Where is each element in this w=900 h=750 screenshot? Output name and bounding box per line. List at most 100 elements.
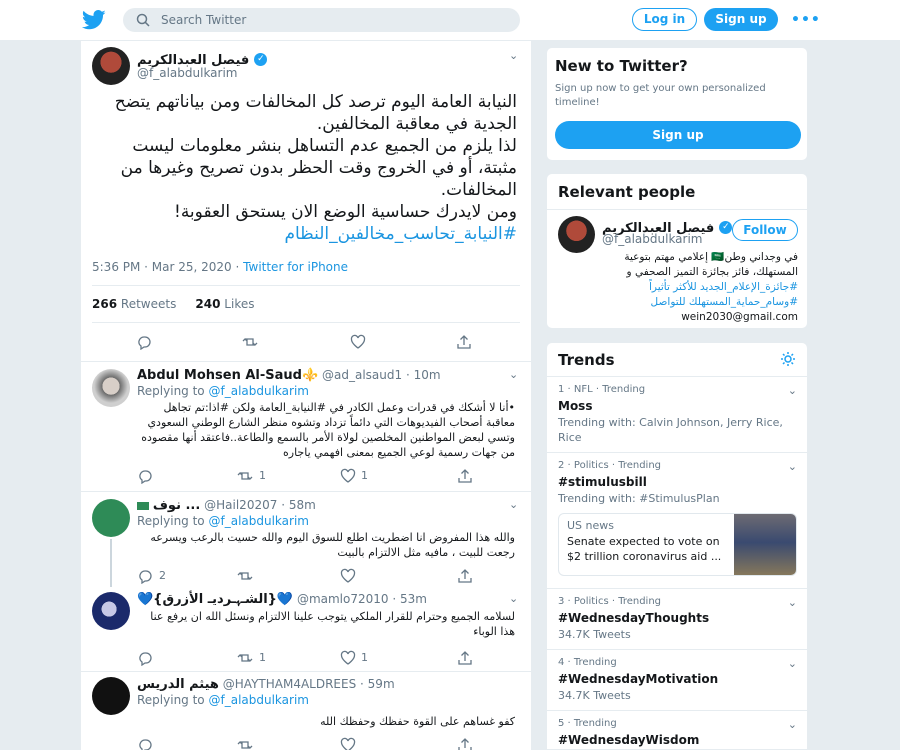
chevron-down-icon[interactable]: ⌄ bbox=[788, 384, 797, 397]
chevron-down-icon[interactable]: ⌄ bbox=[788, 460, 797, 473]
twitter-bird-icon[interactable] bbox=[82, 9, 106, 31]
author-name[interactable]: 💙{الشـﮩـرديـ الأزرق}💙 bbox=[137, 592, 293, 607]
share-icon[interactable] bbox=[456, 334, 472, 350]
author-name[interactable]: Abdul Mohsen Al-Saud⚜️ bbox=[137, 368, 318, 383]
retweet-icon[interactable] bbox=[242, 334, 258, 350]
trend-context: 4 · Trending bbox=[558, 657, 617, 668]
reply-tweet[interactable]: نوف ... @Hail20207 · 58m ⌄ Replying to @… bbox=[81, 492, 531, 587]
reply-time[interactable]: 59m bbox=[368, 677, 395, 691]
author-handle[interactable]: @mamlo72010 bbox=[297, 592, 389, 606]
chevron-down-icon[interactable]: ⌄ bbox=[788, 596, 797, 609]
chevron-down-icon[interactable]: ⌄ bbox=[509, 368, 518, 381]
main-tweet: فيصل العبدالكريم ✓ @f_alabdulkarim ⌄ الن… bbox=[81, 41, 531, 362]
tweet-line: النيابة العامة اليوم ترصد كل المخالفات و… bbox=[114, 92, 517, 112]
trend-title: Moss bbox=[558, 399, 593, 413]
reply-time[interactable]: 53m bbox=[400, 592, 427, 606]
chevron-down-icon[interactable]: ⌄ bbox=[509, 498, 518, 511]
chevron-down-icon[interactable]: ⌄ bbox=[788, 718, 797, 731]
reply-tweet[interactable]: Abdul Mohsen Al-Saud⚜️ @ad_alsaud1 · 10m… bbox=[81, 362, 531, 492]
trend-item[interactable]: 4 · Trending ⌄ #WednesdayMotivation 34.7… bbox=[547, 649, 807, 710]
trend-item[interactable]: 5 · Trending ⌄ #WednesdayWisdom bbox=[547, 710, 807, 749]
retweet-icon[interactable] bbox=[237, 737, 253, 750]
tweet-line: الجدية في معاقبة المخالفين. bbox=[316, 114, 517, 134]
avatar[interactable] bbox=[92, 677, 130, 715]
trend-item[interactable]: 2 · Politics · Trending ⌄ #stimulusbill … bbox=[547, 452, 807, 588]
like-count: 1 bbox=[361, 469, 368, 482]
reply-tweet[interactable]: هيثم الدريس @HAYTHAM4ALDREES · 59m Reply… bbox=[81, 672, 531, 750]
author-handle[interactable]: @ad_alsaud1 bbox=[322, 368, 402, 382]
reply-count: 2 bbox=[159, 569, 166, 582]
chevron-down-icon[interactable]: ⌄ bbox=[509, 49, 518, 62]
reply-icon[interactable] bbox=[137, 650, 153, 666]
replying-to-link[interactable]: @f_alabdulkarim bbox=[208, 514, 309, 528]
like-icon[interactable] bbox=[340, 468, 356, 484]
reply-icon[interactable] bbox=[137, 468, 153, 484]
verified-badge-icon: ✓ bbox=[719, 221, 733, 234]
news-headline: Senate expected to vote on $2 trillion c… bbox=[567, 535, 722, 563]
relevant-people-card: Relevant people فيصل العبدالكريم ✓ @f_al… bbox=[546, 173, 808, 329]
avatar[interactable] bbox=[92, 592, 130, 630]
chevron-down-icon[interactable]: ⌄ bbox=[788, 657, 797, 670]
retweet-icon[interactable] bbox=[237, 650, 253, 666]
like-icon[interactable] bbox=[340, 650, 356, 666]
chevron-down-icon[interactable]: ⌄ bbox=[509, 592, 518, 605]
retweets-stat[interactable]: 266 Retweets bbox=[92, 297, 176, 311]
retweet-icon[interactable] bbox=[237, 468, 253, 484]
signup-button[interactable]: Sign up bbox=[704, 8, 778, 31]
share-icon[interactable] bbox=[457, 650, 473, 666]
tweet-timestamp[interactable]: 5:36 PM · Mar 25, 2020 bbox=[92, 260, 232, 274]
reply-tweet[interactable]: 💙{الشـﮩـرديـ الأزرق}💙 @mamlo72010 · 53m … bbox=[81, 587, 531, 672]
likes-stat[interactable]: 240 Likes bbox=[195, 297, 254, 311]
author-handle[interactable]: @HAYTHAM4ALDREES bbox=[223, 677, 356, 691]
avatar[interactable] bbox=[558, 216, 595, 253]
share-icon[interactable] bbox=[457, 468, 473, 484]
avatar[interactable] bbox=[92, 47, 130, 85]
avatar[interactable] bbox=[92, 499, 130, 537]
like-count: 1 bbox=[361, 651, 368, 664]
trend-subtitle: 34.7K Tweets bbox=[558, 689, 631, 702]
reply-icon[interactable] bbox=[137, 737, 153, 750]
trend-item[interactable]: 3 · Politics · Trending ⌄ #WednesdayThou… bbox=[547, 588, 807, 649]
reply-icon[interactable] bbox=[137, 568, 153, 584]
retweet-count: 1 bbox=[259, 651, 266, 664]
trend-context: 5 · Trending bbox=[558, 718, 617, 729]
search-input[interactable] bbox=[161, 11, 501, 29]
reply-actions: 1 1 bbox=[137, 650, 477, 668]
person-handle[interactable]: @f_alabdulkarim bbox=[602, 232, 703, 246]
reply-time[interactable]: 58m bbox=[289, 498, 316, 512]
reply-actions: 1 1 bbox=[137, 468, 477, 486]
reply-header: هيثم الدريس @HAYTHAM4ALDREES · 59m bbox=[137, 677, 395, 692]
like-icon[interactable] bbox=[340, 737, 356, 750]
signup-button[interactable]: Sign up bbox=[555, 121, 801, 149]
gear-icon[interactable] bbox=[780, 351, 796, 367]
news-source: US news bbox=[567, 519, 614, 532]
news-card[interactable]: US news Senate expected to vote on $2 tr… bbox=[558, 513, 797, 576]
tweet-source-link[interactable]: Twitter for iPhone bbox=[243, 260, 348, 274]
replying-to-link[interactable]: @f_alabdulkarim bbox=[208, 693, 309, 707]
follow-button[interactable]: Follow bbox=[732, 219, 798, 241]
search-box[interactable] bbox=[123, 8, 520, 32]
hashtag-link[interactable]: #النيابة_تحاسب_مخالفين_النظام bbox=[284, 224, 517, 244]
login-button[interactable]: Log in bbox=[632, 8, 697, 31]
retweet-icon[interactable] bbox=[237, 568, 253, 584]
replying-to: Replying to @f_alabdulkarim bbox=[137, 384, 309, 398]
reply-text: •أنا لا أشكك في قدرات وعمل الكادر في #ال… bbox=[141, 401, 515, 459]
more-dots-icon[interactable]: ••• bbox=[791, 12, 820, 28]
trend-item[interactable]: 1 · NFL · Trending ⌄ Moss Trending with:… bbox=[547, 376, 807, 452]
like-icon[interactable] bbox=[340, 568, 356, 584]
author-handle[interactable]: @Hail20207 bbox=[204, 498, 277, 512]
like-icon[interactable] bbox=[350, 334, 366, 350]
avatar[interactable] bbox=[92, 369, 130, 407]
reply-icon[interactable] bbox=[136, 334, 152, 350]
author-name[interactable]: نوف ... bbox=[153, 498, 200, 513]
share-icon[interactable] bbox=[457, 568, 473, 584]
trend-context: 3 · Politics · Trending bbox=[558, 596, 662, 607]
replying-to-link[interactable]: @f_alabdulkarim bbox=[208, 384, 309, 398]
author-handle[interactable]: @f_alabdulkarim bbox=[137, 66, 238, 80]
reply-actions: 2 bbox=[137, 568, 477, 586]
card-title: New to Twitter? bbox=[555, 57, 688, 75]
share-icon[interactable] bbox=[457, 737, 473, 750]
reply-time[interactable]: 10m bbox=[414, 368, 441, 382]
author-name[interactable]: هيثم الدريس bbox=[137, 677, 219, 692]
trend-subtitle: Trending with: #StimulusPlan bbox=[558, 492, 720, 505]
